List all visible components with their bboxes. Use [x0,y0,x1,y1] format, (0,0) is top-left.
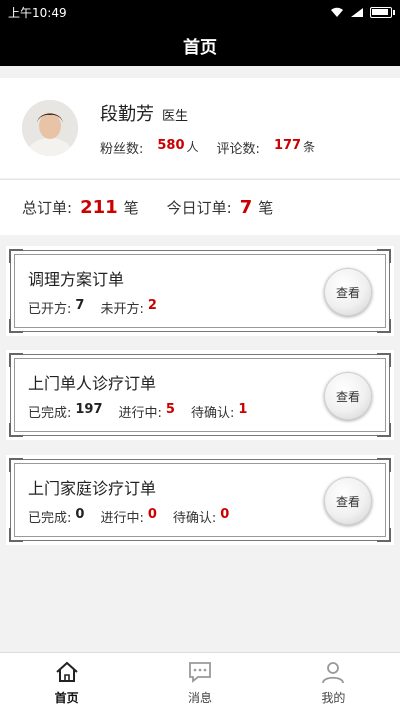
total-orders-unit: 笔 [123,199,139,217]
stat-label: 待确认: [190,406,235,421]
wifi-icon [331,7,343,17]
page-title: 首页 [183,37,217,58]
user-icon [322,661,345,683]
stat-label: 已完成: [28,406,72,421]
view-button[interactable]: 查看 [324,372,372,420]
tab-profile[interactable]: 我的 [267,653,400,711]
status-time: 上午10:49 [8,5,67,20]
signal-icon [351,7,363,17]
tab-label: 首页 [54,690,79,705]
view-button[interactable]: 查看 [324,268,372,316]
order-card-plan: 调理方案订单 已开方: 7 未开方: 2 查看 [6,246,394,336]
comments-unit: 条 [303,139,316,154]
today-orders-label: 今日订单: [166,199,232,217]
order-card-single-visit: 上门单人诊疗订单 已完成: 197 进行中: 5 待确认: 1 查看 [6,350,394,440]
card-title: 调理方案订单 [28,270,125,289]
stat-value: 0 [75,507,85,522]
comments-count: 177 [273,137,302,153]
today-orders-unit: 笔 [258,199,274,217]
fans-count: 580 [157,137,185,153]
stat-label: 未开方: [100,302,144,317]
status-bar: 上午10:49 [0,0,400,24]
bottom-tab-bar: 首页 消息 我的 [0,652,400,711]
message-icon [189,661,211,683]
stat-label: 进行中: [118,406,162,421]
card-stats: 已完成: 0 进行中: 0 待确认: 0 [28,507,245,526]
fans-unit: 人 [186,139,199,154]
stat-value: 7 [75,298,85,313]
avatar [22,100,78,156]
battery-icon [370,6,395,18]
stat-value: 197 [75,402,103,417]
stat-label: 已完成: [28,511,72,526]
fans-label: 粉丝数: [100,141,144,157]
nav-bar: 首页 [0,24,400,66]
tab-label: 消息 [187,690,212,705]
stat-label: 待确认: [172,511,217,526]
today-orders-count: 7 [239,197,253,218]
orders-summary: 总订单: 211 笔 今日订单: 7 笔 [0,179,400,235]
tab-home[interactable]: 首页 [0,653,133,711]
profile-stats: 粉丝数: 580 人 评论数: 177 条 [100,138,333,157]
stat-label: 已开方: [28,302,72,317]
tab-label: 我的 [321,690,346,705]
stat-value: 1 [238,402,248,417]
home-icon [55,661,78,682]
stat-value: 0 [220,507,230,522]
comments-label: 评论数: [216,141,260,157]
stat-value: 2 [147,298,157,313]
card-title: 上门家庭诊疗订单 [28,479,157,498]
card-stats: 已完成: 197 进行中: 5 待确认: 1 [28,402,263,421]
tab-messages[interactable]: 消息 [133,653,266,711]
view-button[interactable]: 查看 [324,477,372,525]
stat-value: 5 [165,402,175,417]
total-orders-count: 211 [80,197,118,218]
doctor-title: 医生 [162,108,189,124]
doctor-name: 段勤芳 [100,103,154,125]
doctor-profile: 段勤芳 医生 粉丝数: 580 人 评论数: 177 条 [0,78,400,178]
total-orders-label: 总订单: [22,199,73,217]
stat-value: 0 [147,507,157,522]
order-card-family-visit: 上门家庭诊疗订单 已完成: 0 进行中: 0 待确认: 0 查看 [6,455,394,545]
stat-label: 进行中: [100,511,144,526]
card-title: 上门单人诊疗订单 [28,374,157,393]
status-icons [330,6,395,18]
card-stats: 已开方: 7 未开方: 2 [28,298,173,317]
